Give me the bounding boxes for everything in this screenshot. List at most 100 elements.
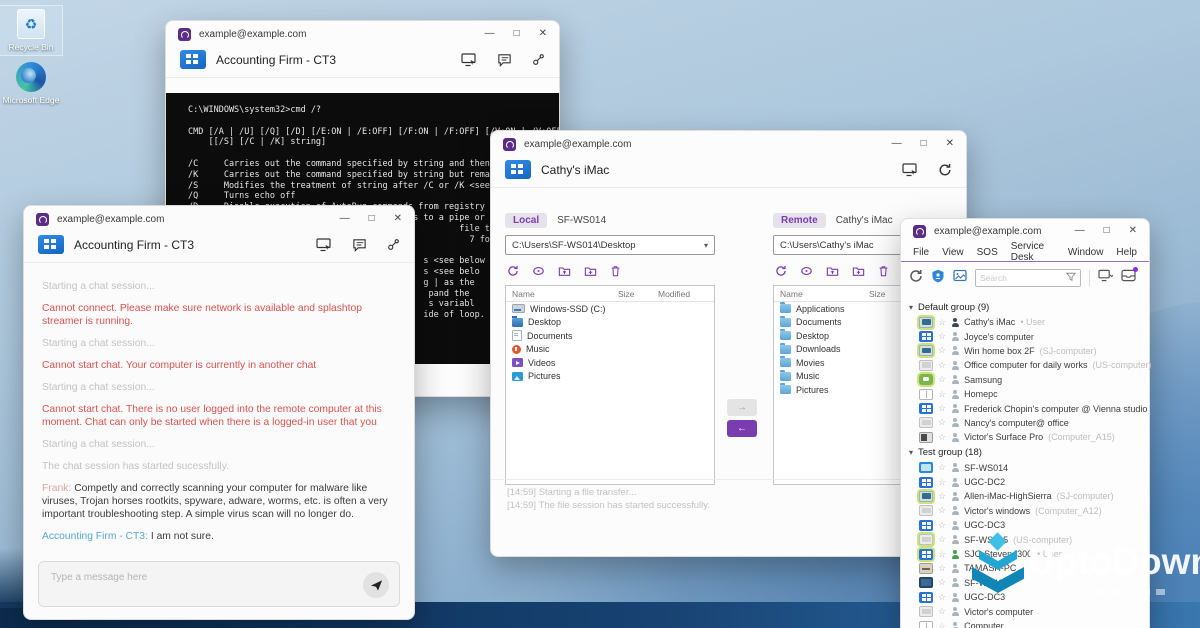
- group-header[interactable]: ▾Test group (18): [909, 445, 1149, 461]
- star-icon[interactable]: ☆: [938, 417, 946, 428]
- disk-icon[interactable]: [532, 265, 545, 277]
- remote-tab[interactable]: Remote: [773, 213, 826, 228]
- computer-row[interactable]: ☆SJC-Steven4300• User: [909, 547, 1149, 561]
- menu-help[interactable]: Help: [1116, 247, 1137, 258]
- computer-row[interactable]: ☆UGC-DC2: [909, 475, 1149, 489]
- file-row[interactable]: Desktop: [506, 316, 714, 330]
- computer-row[interactable]: ☆Win home box 2F(SJ-computer): [909, 344, 1149, 358]
- close-button[interactable]: ✕: [946, 139, 954, 149]
- remote-desktop-icon[interactable]: [461, 53, 477, 67]
- computer-row[interactable]: ☆SF-WS014: [909, 461, 1149, 475]
- file-row[interactable]: Videos: [506, 356, 714, 370]
- titlebar[interactable]: example@example.com — □ ✕: [166, 21, 559, 47]
- local-tab[interactable]: Local: [505, 213, 547, 228]
- close-button[interactable]: ✕: [1129, 226, 1137, 236]
- star-icon[interactable]: ☆: [938, 534, 946, 545]
- titlebar[interactable]: example@example.com — □ ✕: [901, 219, 1149, 243]
- star-icon[interactable]: ☆: [938, 345, 946, 356]
- star-icon[interactable]: ☆: [938, 477, 946, 488]
- computer-row[interactable]: ☆Cathy's iMac• User: [909, 315, 1149, 329]
- close-button[interactable]: ✕: [394, 214, 402, 224]
- delete-icon[interactable]: [610, 265, 621, 277]
- inbox-notification-icon[interactable]: [1121, 269, 1136, 287]
- computer-row[interactable]: ☆Samsung: [909, 373, 1149, 387]
- menu-service-desk[interactable]: Service Desk: [1011, 241, 1055, 263]
- new-folder-icon[interactable]: [852, 265, 865, 277]
- menu-file[interactable]: File: [913, 247, 929, 258]
- file-row[interactable]: Music: [506, 343, 714, 357]
- desktop-icon-microsoft-edge[interactable]: Microsoft Edge: [0, 62, 62, 105]
- file-row[interactable]: Documents: [506, 329, 714, 343]
- search-input[interactable]: Search: [975, 269, 1081, 287]
- refresh-icon[interactable]: [507, 265, 519, 277]
- star-icon[interactable]: ☆: [938, 432, 946, 443]
- close-button[interactable]: ✕: [539, 29, 547, 39]
- computer-row[interactable]: ☆SF-WS015(US-computer): [909, 532, 1149, 546]
- star-icon[interactable]: ☆: [938, 374, 946, 385]
- star-icon[interactable]: ☆: [938, 606, 946, 617]
- minimize-button[interactable]: —: [1075, 226, 1085, 236]
- file-row[interactable]: Windows-SSD (C:): [506, 302, 714, 316]
- chat-icon[interactable]: [352, 238, 367, 252]
- chat-input[interactable]: Type a message here: [38, 561, 400, 607]
- star-icon[interactable]: ☆: [938, 403, 946, 414]
- computer-row[interactable]: ☆Victor's computer: [909, 604, 1149, 618]
- local-file-table[interactable]: Name Size Modified Windows-SSD (C:)Deskt…: [505, 285, 715, 485]
- menu-view[interactable]: View: [942, 247, 964, 258]
- screenshot-icon[interactable]: [953, 269, 967, 287]
- remote-desktop-icon[interactable]: [316, 238, 332, 252]
- new-folder-icon[interactable]: [584, 265, 597, 277]
- reconnect-icon[interactable]: [938, 163, 952, 177]
- file-row[interactable]: Pictures: [506, 370, 714, 384]
- chat-icon[interactable]: [497, 53, 512, 67]
- column-size[interactable]: Size: [618, 289, 658, 299]
- computer-row[interactable]: ☆Allen-iMac-HighSierra(SJ-computer): [909, 489, 1149, 503]
- refresh-icon[interactable]: [909, 269, 923, 288]
- computer-row[interactable]: ☆Joyce's computer: [909, 329, 1149, 343]
- sos-icon[interactable]: [931, 269, 945, 288]
- disk-icon[interactable]: [800, 265, 813, 277]
- transfer-left-button[interactable]: ←: [727, 420, 757, 437]
- maximize-button[interactable]: □: [921, 139, 927, 149]
- folder-upload-icon[interactable]: [558, 265, 571, 277]
- star-icon[interactable]: ☆: [938, 549, 946, 560]
- star-icon[interactable]: ☆: [938, 577, 946, 588]
- computer-row[interactable]: ☆Computer: [909, 619, 1149, 628]
- star-icon[interactable]: ☆: [938, 360, 946, 371]
- filter-icon[interactable]: [1066, 269, 1076, 287]
- local-path-select[interactable]: C:\Users\SF-WS014\Desktop ▾: [505, 235, 715, 255]
- session-settings-icon[interactable]: [387, 238, 400, 251]
- column-modified[interactable]: Modified: [658, 289, 708, 299]
- star-icon[interactable]: ☆: [938, 389, 946, 400]
- star-icon[interactable]: ☆: [938, 331, 946, 342]
- computer-row[interactable]: ☆SF-WS41: [909, 576, 1149, 590]
- star-icon[interactable]: ☆: [938, 491, 946, 502]
- star-icon[interactable]: ☆: [938, 505, 946, 516]
- deploy-monitor-icon[interactable]: [1098, 269, 1113, 287]
- minimize-button[interactable]: —: [340, 214, 350, 224]
- star-icon[interactable]: ☆: [938, 621, 946, 628]
- star-icon[interactable]: ☆: [938, 563, 946, 574]
- column-name[interactable]: Name: [512, 289, 618, 299]
- remote-desktop-icon[interactable]: [902, 163, 918, 177]
- maximize-button[interactable]: □: [1104, 226, 1110, 236]
- computer-row[interactable]: ☆Nancy's computer@ office: [909, 416, 1149, 430]
- computer-row[interactable]: ☆Frederick Chopin's computer @ Vienna st…: [909, 401, 1149, 415]
- folder-upload-icon[interactable]: [826, 265, 839, 277]
- minimize-button[interactable]: —: [892, 139, 902, 149]
- transfer-right-button[interactable]: →: [727, 399, 757, 416]
- computer-row[interactable]: ☆TAMASH-PC: [909, 561, 1149, 575]
- send-button[interactable]: [363, 572, 389, 598]
- computer-row[interactable]: ☆Homepc: [909, 387, 1149, 401]
- computer-row[interactable]: ☆Office computer for daily works(US-comp…: [909, 358, 1149, 372]
- star-icon[interactable]: ☆: [938, 520, 946, 531]
- refresh-icon[interactable]: [775, 265, 787, 277]
- maximize-button[interactable]: □: [514, 29, 520, 39]
- star-icon[interactable]: ☆: [938, 317, 946, 328]
- maximize-button[interactable]: □: [369, 214, 375, 224]
- group-header[interactable]: ▾Default group (9): [909, 299, 1149, 315]
- computer-row[interactable]: ☆UGC-DC3: [909, 518, 1149, 532]
- computer-row[interactable]: ☆Victor's windows(Computer_A12): [909, 504, 1149, 518]
- delete-icon[interactable]: [878, 265, 889, 277]
- column-name[interactable]: Name: [780, 289, 869, 299]
